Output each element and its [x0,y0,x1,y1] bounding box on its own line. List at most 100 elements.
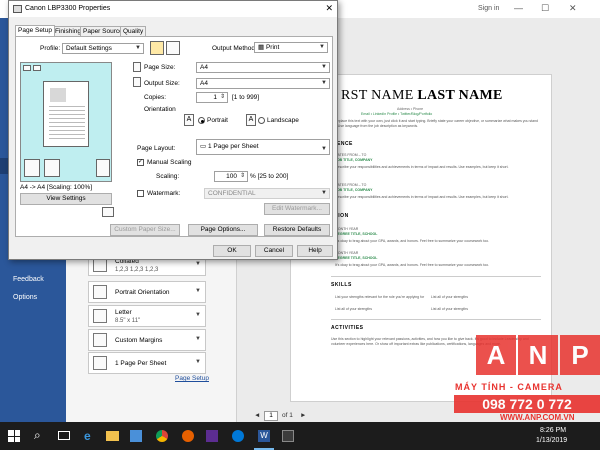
watermark-value: CONFIDENTIAL [208,190,256,197]
copies-input[interactable]: 1 ⇕ [196,92,228,103]
preview-line [49,122,85,123]
tab-page-setup[interactable]: Page Setup [15,25,55,36]
output-size-value: A4 [200,80,208,87]
divider [331,276,541,277]
help-button[interactable]: Help [297,245,333,257]
taskbar-date[interactable]: 1/13/2019 [536,437,567,444]
paper-size-dropdown[interactable]: Letter 8.5" x 11" ▼ [88,305,206,327]
tab-paper-source[interactable]: Paper Source [80,26,126,36]
dialog-footer: OK Cancel Help [9,237,337,259]
preview-line [49,134,85,135]
watermark-checkbox[interactable] [137,190,144,197]
anp-logo: A N P [476,335,600,375]
task-view-icon[interactable] [58,431,70,440]
stack-icon [44,159,60,177]
close-window-button[interactable]: ✕ [569,3,577,14]
page-options-button[interactable]: Page Options... [188,224,258,236]
portrait-icon: A [184,114,194,126]
exp-desc: Describe your responsibilities and achie… [335,165,509,169]
chevron-down-icon: ▼ [195,288,201,294]
page-layout-label: Page Layout: [137,145,176,152]
preview-mode-icon[interactable] [33,65,41,71]
maximize-button[interactable]: ☐ [541,3,549,14]
dialog-close-button[interactable]: ✕ [325,3,333,14]
edit-watermark-button[interactable]: Edit Watermark... [264,203,330,215]
chrome-icon[interactable] [156,430,168,442]
output-size-icon [133,77,141,87]
chevron-down-icon: ▼ [321,146,327,152]
tab-quality[interactable]: Quality [120,26,147,36]
stepper-icon[interactable]: ⇕ [240,172,245,181]
preview-mode-icon[interactable] [23,65,31,71]
taskbar-time[interactable]: 8:26 PM [540,427,566,434]
orientation-label: Orientation [144,106,176,113]
page-size-label: Page Size: [144,64,176,71]
prev-page-button[interactable]: ◄ [254,412,260,419]
skill-item: List all of your strengths [431,307,468,311]
portrait-radio[interactable] [198,117,205,124]
app-icon[interactable] [232,430,244,442]
exp-title-2: JOB TITLE, COMPANY [335,188,373,192]
watermark-site: WWW.ANP.COM.VN [500,413,575,422]
taskbar: ⌕ e W 8:26 PM 1/13/2019 [0,422,600,450]
file-explorer-icon[interactable] [106,431,119,441]
app-icon[interactable] [282,430,294,442]
collate-stack-icon [24,159,40,177]
output-size-label: Output Size: [144,80,180,87]
nav-options[interactable]: Options [13,294,37,301]
add-profile-icon[interactable] [150,41,164,55]
firefox-icon[interactable] [182,430,194,442]
margins-icon [93,333,107,347]
resume-skills-heading: SKILLS [331,282,352,288]
windows-start-icon[interactable] [8,430,20,442]
minimize-button[interactable]: — [514,3,523,13]
search-icon[interactable]: ⌕ [34,428,41,443]
page-size-select[interactable]: A4 ▼ [196,62,330,73]
sign-in-link[interactable]: Sign in [478,5,499,12]
page-layout-select[interactable]: ▭ 1 Page per Sheet ▼ [196,139,330,155]
margins-dropdown[interactable]: Custom Margins ▼ [88,329,206,351]
output-size-select[interactable]: A4 ▼ [196,78,330,89]
exp-dates: DATES FROM – TO [335,153,367,157]
paper-size-icon [93,309,107,323]
nav-feedback[interactable]: Feedback [13,276,44,283]
landscape-radio[interactable] [258,117,265,124]
page-setup-link[interactable]: Page Setup [175,375,209,382]
printer-settings-icon[interactable] [102,207,114,217]
printer-properties-dialog: Canon LBP3300 Properties ✕ Page Setup Fi… [8,0,338,260]
next-page-button[interactable]: ► [300,412,306,419]
profile-select[interactable]: Default Settings ▼ [62,43,144,54]
orientation-dropdown[interactable]: Portrait Orientation ▼ [88,281,206,303]
word-icon[interactable]: W [258,430,270,442]
pages-per-sheet-dropdown[interactable]: 1 Page Per Sheet ▼ [88,352,206,374]
restore-defaults-button[interactable]: Restore Defaults [264,224,330,236]
page-layout-value: 1 Page per Sheet [207,143,259,150]
copies-range: [1 to 999] [232,94,260,101]
ok-button[interactable]: OK [213,245,251,257]
scaling-input[interactable]: 100 ⇕ [214,171,248,182]
custom-paper-size-button[interactable]: Custom Paper Size... [110,224,180,236]
view-settings-button[interactable]: View Settings [20,193,112,205]
scaling-value: 100 [226,173,237,180]
preview-caption: A4 -> A4 [Scaling: 100%] [20,184,93,191]
chevron-down-icon: ▼ [135,45,141,51]
cancel-button[interactable]: Cancel [255,245,293,257]
preview-line [49,130,85,131]
watermark-label: Watermark: [147,190,181,197]
chevron-down-icon: ▼ [319,44,325,50]
manual-scaling-checkbox[interactable]: ✓ [137,159,144,166]
page-count-label: of 1 [282,412,293,419]
store-icon[interactable] [130,430,142,442]
chevron-down-icon: ▼ [195,261,201,267]
preview-line [49,138,85,139]
output-method-select[interactable]: ▦ Print ▼ [254,42,328,53]
edge-icon[interactable]: e [84,429,91,443]
paper-size-sub: 8.5" x 11" [115,318,141,324]
stepper-icon[interactable]: ⇕ [220,93,225,102]
chevron-down-icon: ▼ [321,80,327,86]
watermark-select[interactable]: CONFIDENTIAL ▼ [204,188,330,199]
page-number-input[interactable]: 1 [264,411,278,421]
edit-profile-icon[interactable] [166,41,180,55]
watermark-line: MÁY TÍNH - CAMERA [455,382,563,392]
app-icon[interactable] [206,430,218,442]
